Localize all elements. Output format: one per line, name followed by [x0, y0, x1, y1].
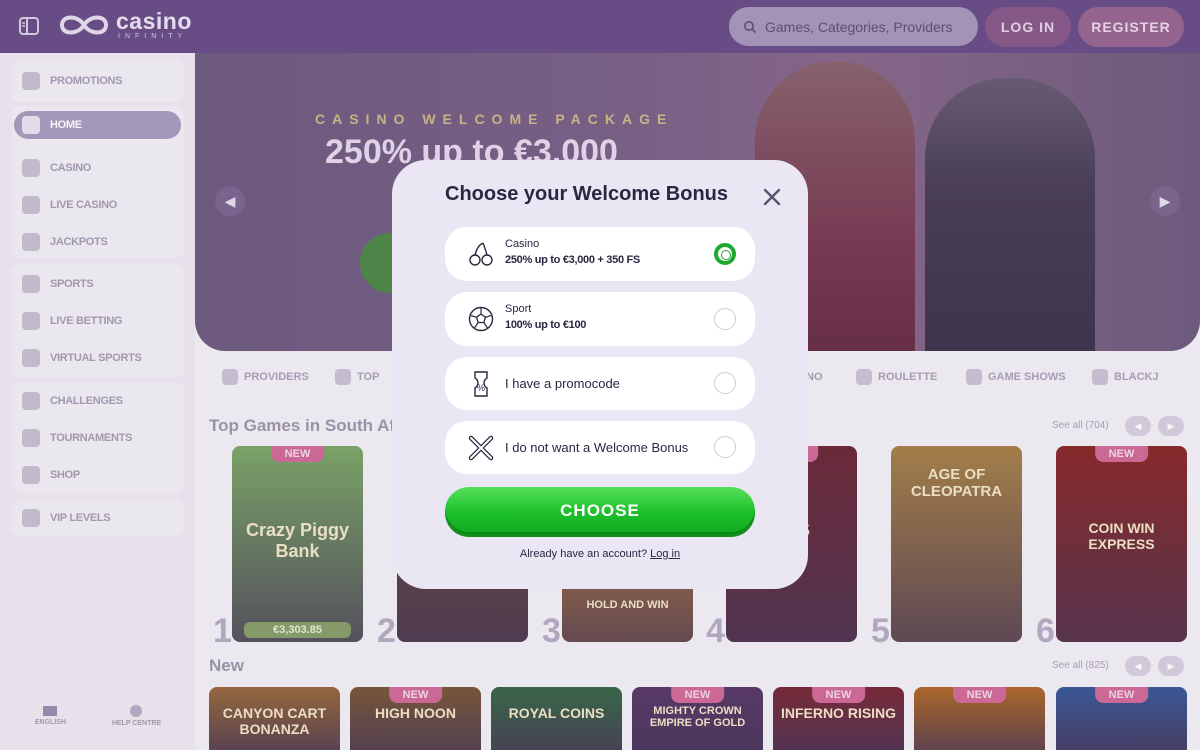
modal-footer: Already have an account? Log in	[392, 548, 808, 560]
option-category: Casino	[505, 238, 540, 250]
account-prompt: Already have an account?	[519, 548, 648, 560]
no-bonus-icon	[468, 435, 494, 460]
option-category: Sport	[505, 303, 532, 315]
bonus-option-sport[interactable]: Sport 100% up to €100	[445, 292, 755, 346]
svg-text:%: %	[477, 383, 485, 393]
radio-no-bonus[interactable]	[714, 436, 736, 458]
soccer-ball-icon	[468, 306, 494, 332]
modal-title: Choose your Welcome Bonus	[445, 183, 729, 205]
cherries-icon	[469, 242, 493, 266]
radio-sport[interactable]	[714, 308, 736, 330]
choose-button[interactable]: CHOOSE	[445, 487, 755, 535]
bonus-option-casino[interactable]: Casino 250% up to €3,000 + 350 FS	[445, 227, 755, 281]
option-detail: 250% up to €3,000 + 350 FS	[505, 254, 640, 266]
login-link[interactable]: Log in	[650, 548, 680, 560]
bonus-option-promocode[interactable]: % I have a promocode	[445, 357, 755, 410]
radio-casino[interactable]	[714, 243, 736, 265]
option-label: I have a promocode	[505, 376, 620, 391]
bonus-option-no-bonus[interactable]: I do not want a Welcome Bonus	[445, 421, 755, 474]
welcome-bonus-modal: Choose your Welcome Bonus Casino 250% up…	[392, 160, 808, 589]
option-detail: 100% up to €100	[505, 319, 587, 331]
close-icon[interactable]	[762, 187, 782, 207]
radio-promocode[interactable]	[714, 372, 736, 394]
option-label: I do not want a Welcome Bonus	[505, 440, 689, 455]
promocode-icon: %	[474, 370, 488, 397]
